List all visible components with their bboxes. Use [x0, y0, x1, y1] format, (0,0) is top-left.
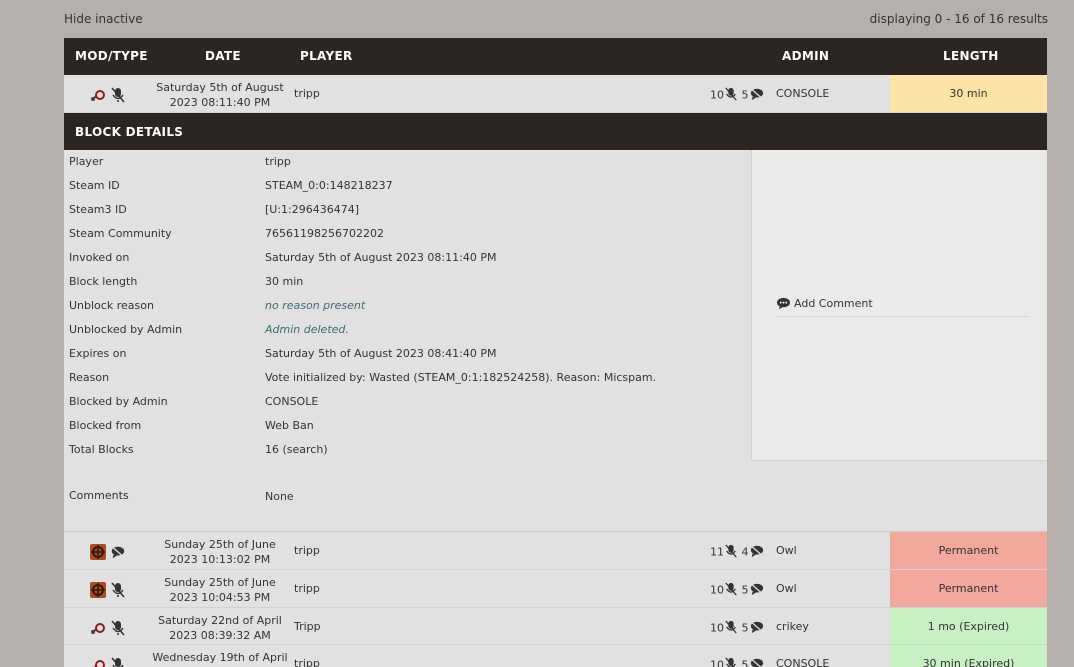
detail-label-block-length: Block length — [69, 275, 138, 288]
row-date: Saturday 22nd of April 2023 08:39:32 AM — [158, 614, 282, 642]
detail-label-reason: Reason — [69, 371, 110, 384]
mic-muted-icon — [110, 87, 126, 106]
row-date: Wednesday 19th of April — [152, 651, 288, 664]
steam-icon — [90, 621, 106, 638]
results-count: displaying 0 - 16 of 16 results — [869, 12, 1048, 26]
table-row[interactable]: Sunday 25th of June 2023 10:13:02 PM trip… — [64, 532, 1047, 570]
detail-value-player: tripp — [265, 155, 291, 168]
column-mod-type: MOD/TYPE — [75, 49, 148, 63]
row-length: Permanent — [890, 570, 1047, 607]
column-player: PLAYER — [300, 49, 353, 63]
detail-label-unblocked-by: Unblocked by Admin — [69, 323, 183, 336]
detail-value-comments: None — [265, 490, 294, 503]
block-details-header: BLOCK DETAILS — [64, 113, 1047, 150]
mic-muted-icon — [724, 657, 738, 667]
tf2-icon — [90, 544, 106, 563]
detail-value-steam-id: STEAM_0:0:148218237 — [265, 179, 393, 192]
mic-muted-icon — [724, 582, 738, 599]
chat-blocked-icon — [749, 620, 765, 637]
mic-muted-icon — [724, 620, 738, 637]
row-date: Saturday 5th of August 2023 08:11:40 PM — [156, 81, 284, 109]
mic-muted-icon — [724, 87, 738, 104]
detail-value-total-blocks[interactable]: 16 (search) — [265, 443, 328, 456]
table-row[interactable]: Sunday 25th of June 2023 10:04:53 PM trip… — [64, 570, 1047, 608]
detail-value-steam-community[interactable]: 76561198256702202 — [265, 227, 384, 240]
row-admin: crikey — [776, 620, 809, 633]
comment-icon — [776, 297, 791, 313]
detail-value-expires-on: Saturday 5th of August 2023 08:41:40 PM — [265, 347, 497, 360]
mic-muted-icon — [110, 620, 126, 639]
row-counts: 10 5 — [710, 582, 765, 599]
detail-label-invoked-on: Invoked on — [69, 251, 130, 264]
comment-box: Add Comment — [751, 150, 1047, 461]
detail-value-unblock-reason: no reason present — [265, 299, 366, 312]
chat-blocked-icon — [749, 657, 765, 667]
column-length: LENGTH — [943, 49, 999, 63]
blocks-table: MOD/TYPE DATE PLAYER ADMIN LENGTH Saturd… — [64, 38, 1047, 667]
chat-blocked-icon — [749, 544, 765, 561]
mic-muted-icon — [724, 544, 738, 561]
chat-blocked-icon — [749, 87, 765, 104]
chat-blocked-icon — [109, 544, 126, 563]
steam-icon — [90, 88, 106, 105]
detail-value-invoked-on: Saturday 5th of August 2023 08:11:40 PM — [265, 251, 497, 264]
hide-inactive-link[interactable]: Hide inactive — [64, 12, 143, 26]
row-player: Tripp — [294, 620, 321, 633]
row-admin: Owl — [776, 544, 797, 557]
mic-muted-icon — [110, 657, 126, 667]
row-counts: 10 5 — [710, 87, 765, 104]
steam-icon — [90, 658, 106, 667]
column-date: DATE — [205, 49, 241, 63]
detail-label-steam-id: Steam ID — [69, 179, 120, 192]
detail-label-expires-on: Expires on — [69, 347, 127, 360]
table-header: MOD/TYPE DATE PLAYER ADMIN LENGTH — [64, 38, 1047, 75]
row-admin: CONSOLE — [776, 87, 830, 100]
detail-label-comments: Comments — [69, 489, 129, 502]
table-row[interactable]: Saturday 22nd of April 2023 08:39:32 AM T… — [64, 608, 1047, 645]
row-counts: 10 5 — [710, 620, 765, 637]
chat-blocked-icon — [749, 582, 765, 599]
add-comment-label: Add Comment — [794, 297, 873, 310]
row-counts: 11 4 — [710, 544, 765, 561]
detail-label-blocked-from: Blocked from — [69, 419, 142, 432]
mic-muted-icon — [110, 582, 126, 601]
detail-label-total-blocks: Total Blocks — [69, 443, 134, 456]
detail-value-blocked-from: Web Ban — [265, 419, 314, 432]
row-length: 30 min — [890, 75, 1047, 112]
detail-value-unblocked-by: Admin deleted. — [265, 323, 349, 336]
tf2-icon — [90, 582, 106, 601]
row-date: Sunday 25th of June 2023 10:13:02 PM — [164, 538, 276, 566]
detail-value-steam3-id: [U:1:296436474] — [265, 203, 360, 216]
row-admin: CONSOLE — [776, 657, 830, 667]
column-admin: ADMIN — [782, 49, 830, 63]
detail-label-player: Player — [69, 155, 104, 168]
detail-label-blocked-by: Blocked by Admin — [69, 395, 168, 408]
table-row[interactable]: Saturday 5th of August 2023 08:11:40 PM t… — [64, 75, 1047, 113]
row-player: tripp — [294, 582, 320, 595]
block-details-panel: Player tripp Steam ID STEAM_0:0:14821823… — [64, 150, 1047, 532]
detail-label-steam3-id: Steam3 ID — [69, 203, 127, 216]
detail-value-blocked-by: CONSOLE — [265, 395, 319, 408]
row-length: 30 min (Expired) — [890, 645, 1047, 667]
detail-value-reason: Vote initialized by: Wasted (STEAM_0:1:1… — [265, 371, 657, 384]
row-admin: Owl — [776, 582, 797, 595]
add-comment-button[interactable]: Add Comment — [776, 295, 1028, 317]
row-date: Sunday 25th of June 2023 10:04:53 PM — [164, 576, 276, 604]
detail-label-steam-community: Steam Community — [69, 227, 172, 240]
top-bar: Hide inactive displaying 0 - 16 of 16 re… — [64, 12, 1048, 28]
row-player: tripp — [294, 657, 320, 667]
row-length: 1 mo (Expired) — [890, 608, 1047, 644]
row-counts: 10 5 — [710, 657, 765, 667]
row-player: tripp — [294, 87, 320, 100]
row-player: tripp — [294, 544, 320, 557]
row-length: Permanent — [890, 532, 1047, 569]
detail-value-block-length: 30 min — [265, 275, 304, 288]
detail-label-unblock-reason: Unblock reason — [69, 299, 154, 312]
table-row[interactable]: Wednesday 19th of April tripp 10 5 CONSO… — [64, 645, 1047, 667]
